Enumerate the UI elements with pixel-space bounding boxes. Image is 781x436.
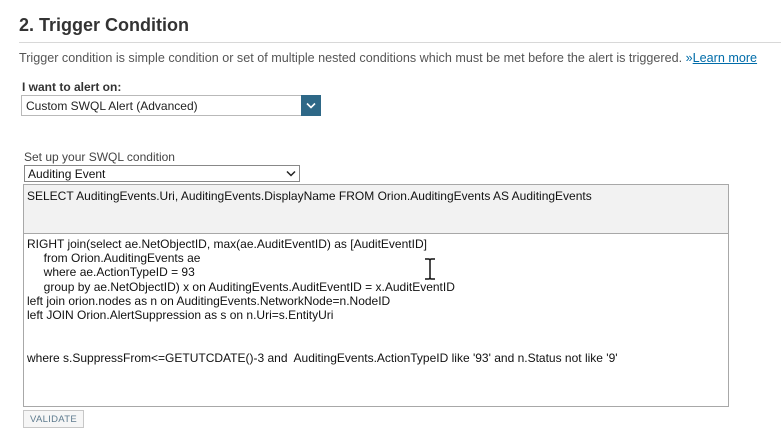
swql-condition-label: Set up your SWQL condition	[24, 150, 175, 164]
learn-more-prefix: »	[685, 51, 693, 65]
condition-line: where s.SuppressFrom<=GETUTCDATE()-3 and…	[27, 350, 618, 365]
swql-object-select[interactable]: Auditing Event	[24, 165, 300, 182]
validate-button[interactable]: VALIDATE	[23, 410, 84, 428]
swql-object-selected-value: Auditing Event	[28, 166, 106, 181]
section-description: Trigger condition is simple condition or…	[19, 51, 757, 65]
chevron-down-icon[interactable]	[301, 94, 321, 116]
condition-line: where ae.ActionTypeID = 93	[27, 265, 195, 280]
condition-line	[27, 322, 725, 336]
alert-type-selected-value: Custom SWQL Alert (Advanced)	[26, 98, 198, 113]
description-text: Trigger condition is simple condition or…	[19, 51, 686, 65]
learn-more-link[interactable]: Learn more	[693, 51, 757, 65]
section-title: 2. Trigger Condition	[19, 15, 189, 35]
i-beam-cursor-icon	[425, 258, 435, 280]
swql-condition-textarea[interactable]: RIGHT join(select ae.NetObjectID, max(ae…	[23, 233, 729, 407]
condition-line: from Orion.AuditingEvents ae	[27, 251, 201, 266]
condition-line: group by ae.NetObjectID) x on AuditingEv…	[27, 279, 455, 294]
alert-on-label: I want to alert on:	[22, 80, 122, 94]
condition-line: RIGHT join(select ae.NetObjectID, max(ae…	[27, 237, 427, 251]
section-divider	[19, 42, 781, 43]
condition-line: left join orion.nodes as n on AuditingEv…	[27, 293, 391, 308]
condition-line: left JOIN Orion.AlertSuppression as s on…	[27, 307, 334, 322]
swql-query-readonly: SELECT AuditingEvents.Uri, AuditingEvent…	[23, 184, 729, 234]
chevron-down-icon	[283, 170, 299, 177]
alert-type-select[interactable]: Custom SWQL Alert (Advanced)	[21, 94, 321, 116]
trigger-condition-page: 2. Trigger Condition Trigger condition i…	[0, 0, 781, 436]
condition-line	[27, 336, 725, 350]
